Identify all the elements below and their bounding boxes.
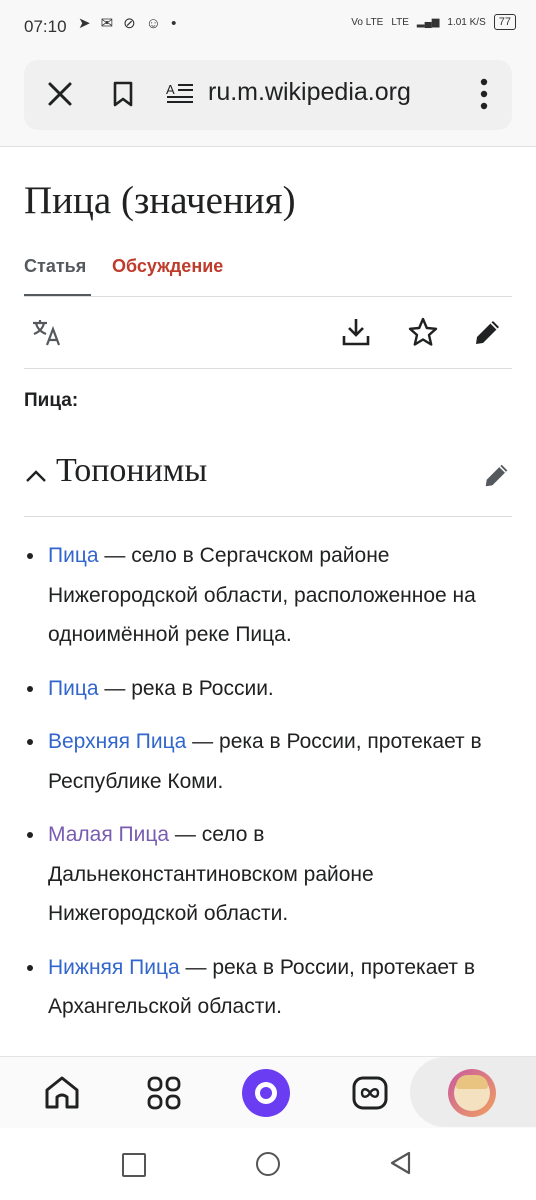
- signal-icon: ▂▄▆: [416, 16, 440, 28]
- recents-icon[interactable]: [122, 1153, 146, 1177]
- status-time: 07:10: [24, 17, 67, 36]
- home-circle-icon[interactable]: [256, 1152, 280, 1176]
- app-icon: ⊘: [123, 15, 136, 32]
- bullet: [27, 739, 33, 745]
- status-bar: 07:10 ➤ ✉ ⊘ ☺ • Vo LTE LTE ▂▄▆ 1.01 K/S …: [0, 0, 536, 52]
- article-tabs: Статья Обсуждение: [24, 256, 512, 297]
- list-item: Нижняя Пица — река в России, протекает в…: [24, 948, 512, 1027]
- download-icon[interactable]: [340, 316, 372, 348]
- list-item: Пица — река в России.: [24, 669, 512, 709]
- bullet: [27, 685, 33, 692]
- article-link[interactable]: Верхняя Пица: [48, 730, 186, 753]
- section-header-toponyms[interactable]: Топонимы: [24, 440, 512, 517]
- item-description: — река в России.: [98, 676, 274, 700]
- tabs-icon[interactable]: [350, 1073, 390, 1113]
- more-vert-icon[interactable]: [478, 76, 490, 112]
- article-link[interactable]: Нижняя Пица: [48, 956, 180, 979]
- accessibility-icon: ☺: [145, 14, 162, 32]
- article-link-visited[interactable]: Малая Пица: [48, 823, 169, 846]
- notification-icons: ➤ ✉ ⊘ ☺ •: [78, 14, 177, 33]
- speed-label: 1.01 K/S: [447, 16, 486, 28]
- home-icon[interactable]: [42, 1073, 82, 1113]
- svg-text:A: A: [166, 82, 175, 97]
- section-edit-icon[interactable]: [482, 460, 512, 490]
- reader-mode-icon[interactable]: A: [166, 82, 194, 106]
- avatar-hair: [456, 1075, 488, 1089]
- browser-toolbar: A ru.m.wikipedia.org: [0, 52, 536, 147]
- lte-label: LTE: [391, 16, 409, 28]
- back-icon[interactable]: [388, 1150, 412, 1176]
- article-link[interactable]: Пица: [48, 544, 99, 567]
- bullet: [27, 964, 33, 971]
- battery-icon: 77: [493, 14, 516, 30]
- tab-article[interactable]: Статья: [24, 256, 91, 296]
- url-text[interactable]: ru.m.wikipedia.org: [208, 78, 411, 107]
- profile-avatar[interactable]: [448, 1069, 496, 1117]
- edit-icon[interactable]: [472, 316, 504, 348]
- intro-text: Пица:: [24, 390, 79, 411]
- mail-icon: ✉: [100, 15, 114, 32]
- language-icon[interactable]: [30, 316, 62, 348]
- services-grid-icon[interactable]: [146, 1075, 182, 1111]
- system-nav-bar: [0, 1128, 536, 1200]
- bullet: [27, 832, 33, 838]
- toponyms-list: Пица — село в Сергачском районе Нижегоро…: [24, 536, 512, 1041]
- close-icon[interactable]: [46, 80, 74, 108]
- list-item: Верхняя Пица — река в России, протекает …: [24, 722, 512, 801]
- page-title: Пица (значения): [24, 179, 296, 222]
- alice-ring-inner: [260, 1087, 272, 1099]
- tab-talk[interactable]: Обсуждение: [112, 256, 223, 277]
- star-icon[interactable]: [407, 316, 439, 348]
- bookmark-icon[interactable]: [110, 80, 136, 108]
- telegram-icon: ➤: [78, 15, 91, 32]
- list-item: Пица — село в Сергачском районе Нижегоро…: [24, 536, 512, 655]
- alice-icon[interactable]: [242, 1069, 290, 1117]
- item-description: — село в Сергачском районе Нижегородской…: [48, 544, 476, 646]
- dot-icon: •: [171, 14, 177, 32]
- volte-label: Vo LTE: [351, 16, 384, 28]
- list-item: Малая Пица — село в Дальнеконстантиновск…: [24, 815, 512, 934]
- chevron-up-icon[interactable]: [24, 464, 48, 488]
- address-bar[interactable]: A ru.m.wikipedia.org: [24, 60, 512, 130]
- section-title: Топонимы: [56, 452, 208, 489]
- browser-bottom-nav: [0, 1056, 536, 1129]
- article-link[interactable]: Пица: [48, 677, 99, 700]
- page-actions: [24, 296, 512, 369]
- bullet: [27, 553, 33, 559]
- status-indicators: Vo LTE LTE ▂▄▆ 1.01 K/S 77: [351, 14, 516, 30]
